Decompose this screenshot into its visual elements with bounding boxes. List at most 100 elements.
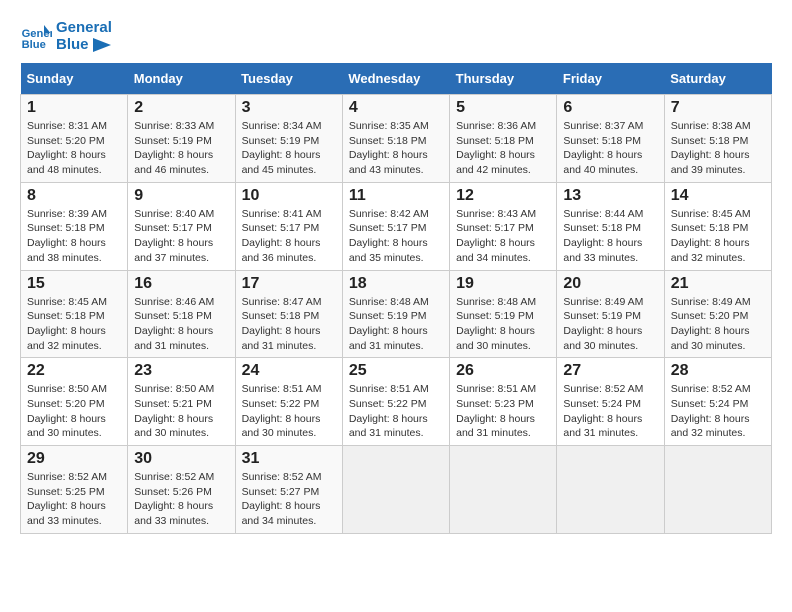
calendar-cell bbox=[450, 446, 557, 534]
day-number: 12 bbox=[456, 187, 550, 205]
logo-blue: Blue bbox=[56, 37, 112, 54]
day-info: Sunrise: 8:33 AMSunset: 5:19 PMDaylight:… bbox=[134, 119, 228, 178]
calendar-cell: 27Sunrise: 8:52 AMSunset: 5:24 PMDayligh… bbox=[557, 358, 664, 446]
calendar-week-3: 15 Sunrise: 8:45 AMSunset: 5:18 PMDayligh… bbox=[21, 270, 772, 358]
day-number: 29 bbox=[27, 450, 121, 468]
calendar-cell bbox=[664, 446, 771, 534]
day-info: Sunrise: 8:45 AMSunset: 5:18 PMDaylight:… bbox=[27, 295, 121, 354]
day-info: Sunrise: 8:50 AMSunset: 5:20 PMDaylight:… bbox=[27, 382, 121, 441]
calendar-cell bbox=[342, 446, 449, 534]
day-info: Sunrise: 8:48 AMSunset: 5:19 PMDaylight:… bbox=[456, 295, 550, 354]
day-number: 1 bbox=[27, 99, 121, 117]
calendar-cell: 2Sunrise: 8:33 AMSunset: 5:19 PMDaylight… bbox=[128, 95, 235, 183]
day-info: Sunrise: 8:47 AMSunset: 5:18 PMDaylight:… bbox=[242, 295, 336, 354]
day-info: Sunrise: 8:34 AMSunset: 5:19 PMDaylight:… bbox=[242, 119, 336, 178]
day-number: 22 bbox=[27, 362, 121, 380]
day-info: Sunrise: 8:44 AMSunset: 5:18 PMDaylight:… bbox=[563, 207, 657, 266]
header-wednesday: Wednesday bbox=[342, 63, 449, 95]
day-number: 10 bbox=[242, 187, 336, 205]
day-number: 20 bbox=[563, 275, 657, 293]
calendar-cell: 26Sunrise: 8:51 AMSunset: 5:23 PMDayligh… bbox=[450, 358, 557, 446]
day-number: 19 bbox=[456, 275, 550, 293]
calendar-cell bbox=[557, 446, 664, 534]
day-number: 16 bbox=[134, 275, 228, 293]
day-number: 24 bbox=[242, 362, 336, 380]
calendar-cell: 14 Sunrise: 8:45 AMSunset: 5:18 PMDayligh… bbox=[664, 182, 771, 270]
calendar-cell: 13 Sunrise: 8:44 AMSunset: 5:18 PMDayligh… bbox=[557, 182, 664, 270]
calendar-cell: 9 Sunrise: 8:40 AMSunset: 5:17 PMDaylight… bbox=[128, 182, 235, 270]
day-number: 15 bbox=[27, 275, 121, 293]
day-number: 4 bbox=[349, 99, 443, 117]
day-number: 13 bbox=[563, 187, 657, 205]
day-number: 5 bbox=[456, 99, 550, 117]
day-number: 18 bbox=[349, 275, 443, 293]
logo-flag-icon bbox=[93, 38, 111, 52]
calendar-week-2: 8Sunrise: 8:39 AMSunset: 5:18 PMDaylight… bbox=[21, 182, 772, 270]
day-info: Sunrise: 8:52 AMSunset: 5:25 PMDaylight:… bbox=[27, 470, 121, 529]
day-info: Sunrise: 8:40 AMSunset: 5:17 PMDaylight:… bbox=[134, 207, 228, 266]
calendar-week-4: 22 Sunrise: 8:50 AMSunset: 5:20 PMDayligh… bbox=[21, 358, 772, 446]
day-info: Sunrise: 8:38 AMSunset: 5:18 PMDaylight:… bbox=[671, 119, 765, 178]
calendar-table: SundayMondayTuesdayWednesdayThursdayFrid… bbox=[20, 63, 772, 534]
calendar-cell: 25 Sunrise: 8:51 AMSunset: 5:22 PMDayligh… bbox=[342, 358, 449, 446]
calendar-cell: 19 Sunrise: 8:48 AMSunset: 5:19 PMDayligh… bbox=[450, 270, 557, 358]
calendar-cell: 23Sunrise: 8:50 AMSunset: 5:21 PMDayligh… bbox=[128, 358, 235, 446]
day-info: Sunrise: 8:48 AMSunset: 5:19 PMDaylight:… bbox=[349, 295, 443, 354]
day-number: 14 bbox=[671, 187, 765, 205]
day-info: Sunrise: 8:45 AMSunset: 5:18 PMDaylight:… bbox=[671, 207, 765, 266]
calendar-cell: 7 Sunrise: 8:38 AMSunset: 5:18 PMDaylight… bbox=[664, 95, 771, 183]
calendar-cell: 15 Sunrise: 8:45 AMSunset: 5:18 PMDayligh… bbox=[21, 270, 128, 358]
header-saturday: Saturday bbox=[664, 63, 771, 95]
calendar-header-row: SundayMondayTuesdayWednesdayThursdayFrid… bbox=[21, 63, 772, 95]
header-thursday: Thursday bbox=[450, 63, 557, 95]
calendar-cell: 21 Sunrise: 8:49 AMSunset: 5:20 PMDayligh… bbox=[664, 270, 771, 358]
logo: General Blue General Blue bbox=[20, 20, 112, 53]
day-number: 3 bbox=[242, 99, 336, 117]
calendar-cell: 17 Sunrise: 8:47 AMSunset: 5:18 PMDayligh… bbox=[235, 270, 342, 358]
day-info: Sunrise: 8:51 AMSunset: 5:22 PMDaylight:… bbox=[349, 382, 443, 441]
calendar-week-5: 29 Sunrise: 8:52 AMSunset: 5:25 PMDayligh… bbox=[21, 446, 772, 534]
calendar-cell: 5 Sunrise: 8:36 AMSunset: 5:18 PMDaylight… bbox=[450, 95, 557, 183]
calendar-cell: 1 Sunrise: 8:31 AMSunset: 5:20 PMDaylight… bbox=[21, 95, 128, 183]
calendar-cell: 31Sunrise: 8:52 AMSunset: 5:27 PMDayligh… bbox=[235, 446, 342, 534]
day-info: Sunrise: 8:31 AMSunset: 5:20 PMDaylight:… bbox=[27, 119, 121, 178]
day-info: Sunrise: 8:37 AMSunset: 5:18 PMDaylight:… bbox=[563, 119, 657, 178]
calendar-cell: 20 Sunrise: 8:49 AMSunset: 5:19 PMDayligh… bbox=[557, 270, 664, 358]
day-number: 27 bbox=[563, 362, 657, 380]
day-number: 21 bbox=[671, 275, 765, 293]
day-number: 28 bbox=[671, 362, 765, 380]
day-info: Sunrise: 8:49 AMSunset: 5:20 PMDaylight:… bbox=[671, 295, 765, 354]
day-number: 8 bbox=[27, 187, 121, 205]
calendar-cell: 6 Sunrise: 8:37 AMSunset: 5:18 PMDaylight… bbox=[557, 95, 664, 183]
day-info: Sunrise: 8:46 AMSunset: 5:18 PMDaylight:… bbox=[134, 295, 228, 354]
calendar-week-1: 1 Sunrise: 8:31 AMSunset: 5:20 PMDaylight… bbox=[21, 95, 772, 183]
day-info: Sunrise: 8:41 AMSunset: 5:17 PMDaylight:… bbox=[242, 207, 336, 266]
logo-general: General bbox=[56, 20, 112, 37]
day-info: Sunrise: 8:36 AMSunset: 5:18 PMDaylight:… bbox=[456, 119, 550, 178]
day-info: Sunrise: 8:52 AMSunset: 5:26 PMDaylight:… bbox=[134, 470, 228, 529]
day-number: 25 bbox=[349, 362, 443, 380]
logo-icon: General Blue bbox=[20, 21, 52, 53]
svg-text:Blue: Blue bbox=[22, 39, 46, 51]
day-number: 11 bbox=[349, 187, 443, 205]
day-info: Sunrise: 8:51 AMSunset: 5:22 PMDaylight:… bbox=[242, 382, 336, 441]
day-info: Sunrise: 8:49 AMSunset: 5:19 PMDaylight:… bbox=[563, 295, 657, 354]
header-monday: Monday bbox=[128, 63, 235, 95]
calendar-cell: 10 Sunrise: 8:41 AMSunset: 5:17 PMDayligh… bbox=[235, 182, 342, 270]
calendar-cell: 12Sunrise: 8:43 AMSunset: 5:17 PMDayligh… bbox=[450, 182, 557, 270]
day-number: 7 bbox=[671, 99, 765, 117]
day-number: 31 bbox=[242, 450, 336, 468]
calendar-cell: 30Sunrise: 8:52 AMSunset: 5:26 PMDayligh… bbox=[128, 446, 235, 534]
day-number: 17 bbox=[242, 275, 336, 293]
day-number: 9 bbox=[134, 187, 228, 205]
header-sunday: Sunday bbox=[21, 63, 128, 95]
day-info: Sunrise: 8:51 AMSunset: 5:23 PMDaylight:… bbox=[456, 382, 550, 441]
calendar-cell: 3 Sunrise: 8:34 AMSunset: 5:19 PMDaylight… bbox=[235, 95, 342, 183]
day-number: 6 bbox=[563, 99, 657, 117]
header-friday: Friday bbox=[557, 63, 664, 95]
calendar-cell: 28Sunrise: 8:52 AMSunset: 5:24 PMDayligh… bbox=[664, 358, 771, 446]
day-number: 23 bbox=[134, 362, 228, 380]
day-info: Sunrise: 8:35 AMSunset: 5:18 PMDaylight:… bbox=[349, 119, 443, 178]
calendar-cell: 8Sunrise: 8:39 AMSunset: 5:18 PMDaylight… bbox=[21, 182, 128, 270]
calendar-cell: 18 Sunrise: 8:48 AMSunset: 5:19 PMDayligh… bbox=[342, 270, 449, 358]
